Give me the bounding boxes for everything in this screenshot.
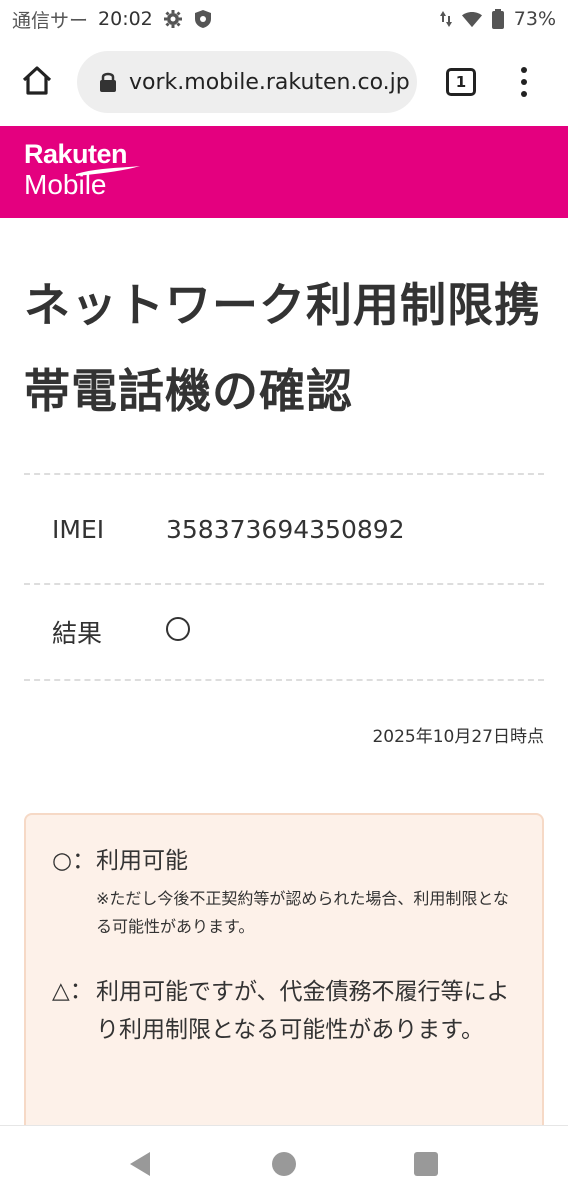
logo-swoosh-icon: [76, 166, 140, 176]
legend-note: ※ただし今後不正契約等が認められた場合、利用制限となる可能性があります。: [96, 889, 509, 936]
status-bar: 通信サー 20:02 73%: [0, 0, 568, 38]
legend-text: 利用可能: [96, 848, 188, 874]
url-text: vork.mobile.rakuten.co.jp: [129, 69, 410, 95]
legend-symbol: ○：: [52, 848, 96, 874]
circle-mark-icon: [166, 617, 190, 641]
legend-item: △： 利用可能ですが、代金債務不履行等により利用制限となる可能性があります。: [52, 973, 522, 1049]
recents-icon[interactable]: [414, 1152, 438, 1176]
legend-symbol: △：: [52, 978, 93, 1004]
legend-box: ○： 利用可能 ※ただし今後不正契約等が認められた場合、利用制限となる可能性があ…: [24, 813, 544, 1173]
shield-icon: [193, 9, 213, 29]
legend-text: 利用可能ですが、代金債務不履行等により利用制限となる可能性があります。: [96, 979, 510, 1043]
address-bar[interactable]: vork.mobile.rakuten.co.jp: [77, 51, 417, 113]
home-circle-icon[interactable]: [272, 1152, 296, 1176]
legend-item: ○： 利用可能 ※ただし今後不正契約等が認められた場合、利用制限となる可能性があ…: [52, 843, 522, 941]
imei-value: 358373694350892: [166, 514, 405, 544]
carrier-label: 通信サー: [12, 9, 89, 32]
browser-toolbar: vork.mobile.rakuten.co.jp 1: [0, 38, 568, 126]
site-header: Rakuten Mobile: [0, 126, 568, 218]
gear-icon: [163, 9, 183, 29]
home-icon[interactable]: [20, 64, 54, 98]
result-row-imei: IMEI 358373694350892: [24, 473, 544, 583]
clock: 20:02: [98, 8, 153, 30]
page-title: ネットワーク利用制限携帯電話機の確認: [24, 278, 541, 418]
logo-text-rakuten[interactable]: Rakuten: [24, 140, 568, 168]
lock-icon: [99, 71, 117, 93]
tab-switcher-button[interactable]: 1: [446, 68, 476, 96]
system-nav-bar: [0, 1125, 568, 1200]
wifi-icon: [461, 9, 482, 29]
result-row-status: 結果: [24, 583, 544, 681]
imei-label: IMEI: [52, 514, 105, 544]
as-of-date: 2025年10月27日時点: [372, 727, 544, 747]
battery-icon: [488, 9, 508, 29]
more-menu-icon[interactable]: [512, 64, 536, 100]
data-arrows-icon: [436, 9, 456, 29]
result-label: 結果: [52, 619, 103, 648]
result-value: [166, 617, 190, 647]
back-icon[interactable]: [128, 1150, 152, 1178]
battery-percent: 73%: [513, 8, 556, 30]
